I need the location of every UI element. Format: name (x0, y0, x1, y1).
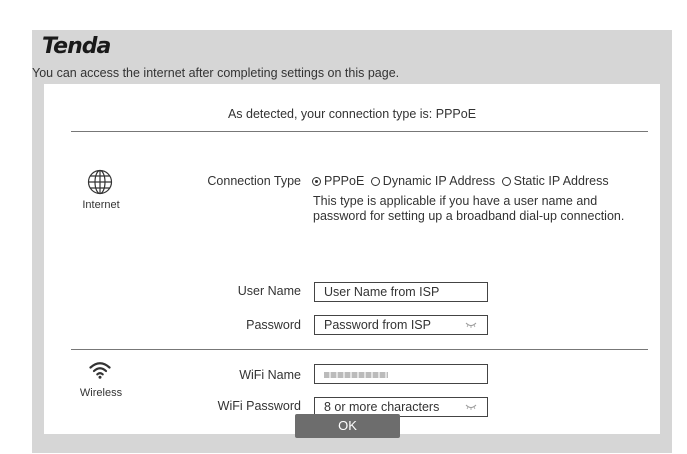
internet-icon-label: Internet (82, 199, 120, 211)
wifi-name-input[interactable] (314, 364, 488, 384)
connection-type-description: This type is applicable if you have a us… (313, 194, 625, 223)
tenda-logo: Tenda (42, 34, 111, 59)
divider-top (71, 131, 648, 132)
wifi-password-label: WiFi Password (217, 399, 301, 413)
eye-closed-icon[interactable] (465, 322, 477, 328)
wifi-password-placeholder: 8 or more characters (324, 400, 440, 414)
wireless-icon-label: Wireless (79, 387, 123, 399)
username-placeholder: User Name from ISP (324, 285, 440, 299)
connection-type-label: Connection Type (207, 174, 301, 188)
divider-middle (71, 349, 648, 350)
page-subtitle: You can access the internet after comple… (32, 66, 400, 80)
detected-connection-text: As detected, your connection type is: PP… (227, 107, 477, 121)
wifi-name-label: WiFi Name (239, 368, 301, 382)
connection-type-radios: PPPoE Dynamic IP Address Static IP Addre… (312, 174, 612, 189)
wifi-name-redacted-value (324, 372, 388, 378)
password-input[interactable]: Password from ISP (314, 315, 488, 335)
globe-icon (87, 169, 113, 195)
username-input[interactable]: User Name from ISP (314, 282, 488, 302)
setup-panel: Tenda You can access the internet after … (32, 30, 672, 453)
radio-static-ip-label: Static IP Address (513, 174, 609, 188)
radio-pppoe[interactable]: PPPoE (312, 174, 364, 188)
radio-static-ip[interactable]: Static IP Address (501, 174, 609, 188)
eye-closed-icon[interactable] (465, 404, 477, 410)
radio-selected-icon (312, 176, 321, 186)
settings-card: As detected, your connection type is: PP… (44, 84, 660, 434)
radio-dynamic-ip-label: Dynamic IP Address (382, 174, 496, 188)
password-label: Password (246, 318, 301, 332)
radio-unselected-icon (370, 176, 380, 186)
radio-pppoe-label: PPPoE (324, 174, 365, 188)
wifi-icon (89, 362, 111, 379)
radio-unselected-icon (501, 176, 511, 186)
ok-button[interactable]: OK (295, 414, 400, 438)
password-placeholder: Password from ISP (324, 318, 431, 332)
username-label: User Name (237, 284, 301, 298)
radio-dynamic-ip[interactable]: Dynamic IP Address (370, 174, 496, 188)
